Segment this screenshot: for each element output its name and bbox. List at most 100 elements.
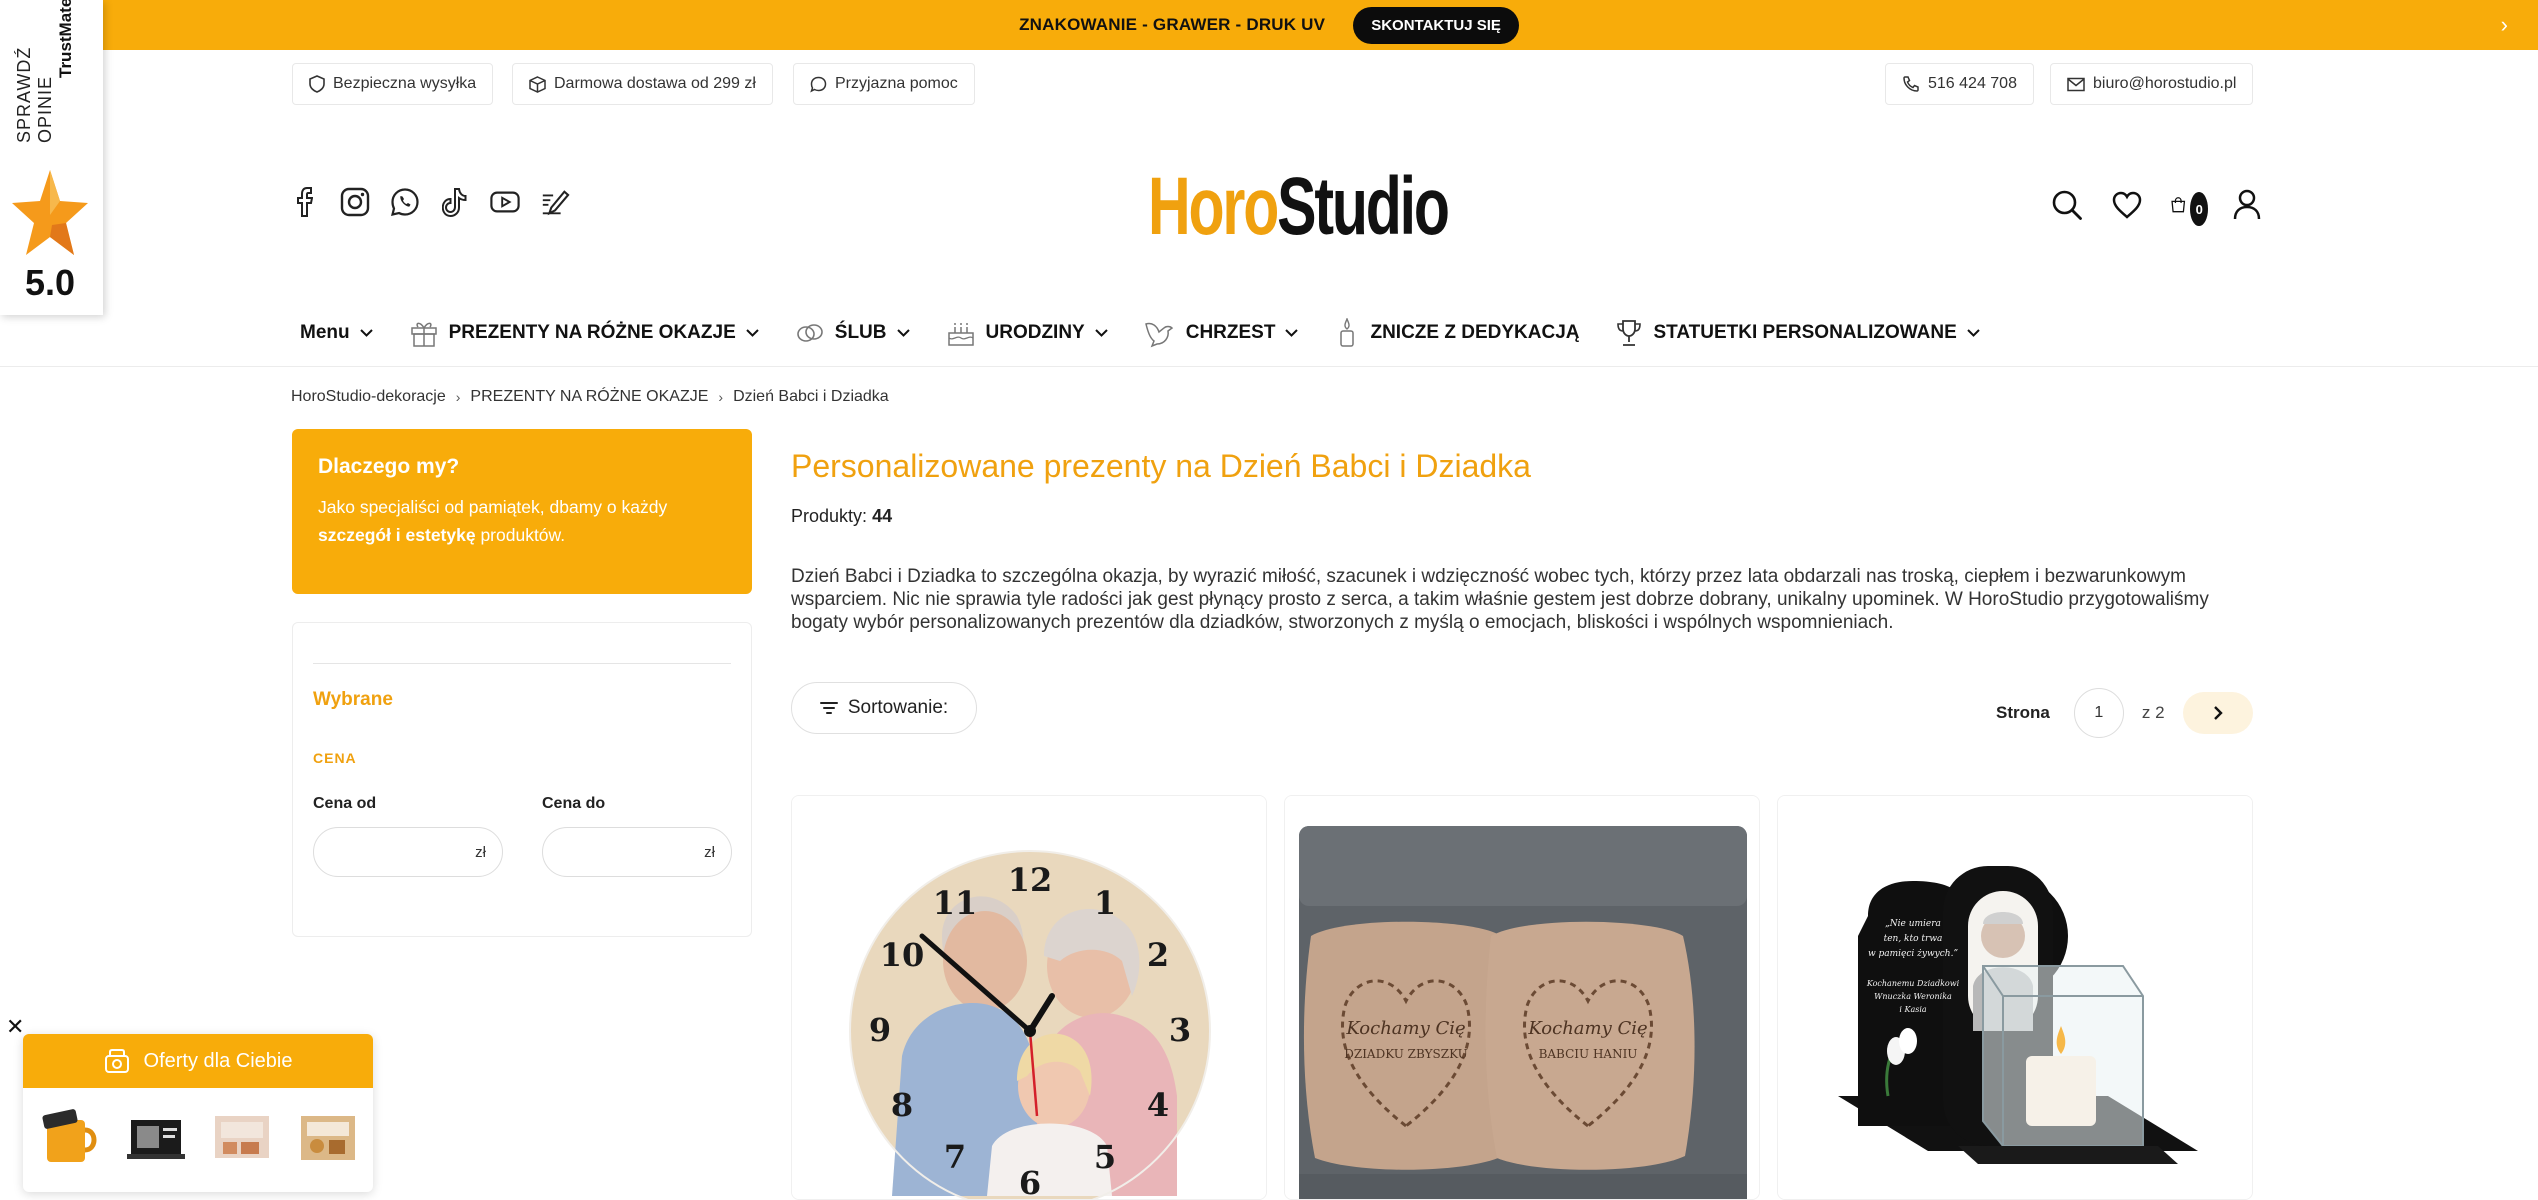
product-card-memorial[interactable]: „Nie umiera ten, kto trwa w pamięci żywy…	[1777, 795, 2253, 1200]
page-number-input[interactable]: 1	[2073, 688, 2124, 738]
chevron-right-icon	[2213, 706, 2223, 720]
clock-number-11: 11	[933, 884, 978, 922]
filter-selected-title: Wybrane	[313, 689, 393, 710]
contact-button[interactable]: SKONTAKTUJ SIĘ	[1353, 6, 1519, 44]
tiktok-icon[interactable]	[440, 186, 470, 218]
close-offers-icon[interactable]: ✕	[6, 1014, 24, 1040]
breadcrumb-home[interactable]: HoroStudio-dekoracje	[291, 388, 446, 406]
next-page-button[interactable]	[2182, 692, 2253, 734]
trust-score: 5.0	[24, 262, 76, 303]
filter-lines-icon	[819, 702, 838, 714]
wishlist-heart-icon[interactable]	[2110, 188, 2144, 222]
trustmate-widget[interactable]: SPRAWDŹ OPINIE TrustMate 5.0	[0, 0, 103, 315]
chevron-down-icon	[746, 329, 759, 337]
pagination: Strona 1 z 2	[1996, 688, 2253, 738]
banner-next-icon[interactable]: ›	[2501, 12, 2508, 38]
filter-price-heading: CENA	[313, 750, 357, 766]
clock-number-12: 12	[1008, 861, 1053, 899]
clock-number-2: 2	[1147, 936, 1169, 974]
price-to-label: Cena do	[542, 795, 606, 812]
social-links	[290, 186, 570, 218]
why-us-box: Dlaczego my? Jako specjaliści od pamiąte…	[292, 429, 752, 594]
offer-thumb-frame[interactable]	[121, 1102, 191, 1172]
phone-number[interactable]: 516 424 708	[1928, 75, 2017, 93]
nav-birthday[interactable]: URODZINY	[946, 318, 1108, 348]
filter-panel: Wybrane CENA Cena od Cena do zł zł	[292, 622, 752, 937]
sort-button[interactable]: Sortowanie:	[791, 682, 977, 734]
nav-candles[interactable]: ZNICZE Z DEDYKACJĄ	[1334, 318, 1579, 348]
chevron-down-icon	[359, 329, 373, 337]
info-shipping-label: Bezpieczna wysyłka	[333, 75, 477, 92]
sort-label: Sortowanie:	[847, 697, 949, 718]
chevron-down-icon	[1285, 329, 1299, 337]
cart-icon[interactable]: 0	[2170, 188, 2208, 226]
blog-pen-icon[interactable]	[540, 186, 570, 218]
cart-count-badge: 0	[2190, 192, 2208, 226]
info-secure-shipping: Bezpieczna wysyłka	[292, 63, 494, 105]
offer-thumb-box[interactable]	[207, 1102, 277, 1172]
info-friendly-help: Przyjazna pomoc	[793, 63, 975, 105]
breadcrumb-category[interactable]: PREZENTY NA RÓŻNE OKAZJE	[470, 388, 708, 406]
breadcrumb-current: Dzień Babci i Dziadka	[733, 388, 889, 405]
clock-number-4: 4	[1147, 1086, 1169, 1124]
search-icon[interactable]	[2050, 188, 2084, 222]
memorial-line-4: Kochanemu Dziadkowi	[1866, 979, 1960, 988]
gift-box-icon	[104, 1049, 129, 1073]
nav-gifts[interactable]: PREZENTY NA RÓŻNE OKAZJE	[409, 318, 759, 348]
nav-gifts-label: PREZENTY NA RÓŻNE OKAZJE	[448, 322, 736, 343]
price-from-input[interactable]: zł	[313, 827, 503, 877]
header-actions: 0	[2050, 188, 2264, 226]
email-contact[interactable]: biuro@horostudio.pl	[2050, 63, 2254, 105]
nav-divider	[0, 366, 2538, 367]
product-count: Produkty: 44	[791, 506, 893, 526]
currency-label: zł	[704, 843, 715, 861]
mail-icon	[2067, 77, 2085, 91]
pillow-b-line1: Kochamy Cię	[1527, 1018, 1647, 1039]
pillow-b-name: BABCIU HANIU	[1539, 1047, 1638, 1061]
site-logo[interactable]: HoroStudio	[1148, 160, 1450, 254]
logo-horo: Horo	[1148, 161, 1279, 252]
box-icon	[529, 75, 546, 93]
whatsapp-icon[interactable]	[390, 186, 420, 218]
currency-label: zł	[475, 843, 486, 861]
email-address[interactable]: biuro@horostudio.pl	[2093, 75, 2236, 93]
clock-number-8: 8	[891, 1086, 913, 1124]
offers-popup[interactable]: Oferty dla Ciebie	[23, 1034, 373, 1192]
memorial-line-3: w pamięci żywych.”	[1868, 949, 1959, 959]
nav-menu[interactable]: Menu	[300, 322, 373, 344]
offers-title: Oferty dla Ciebie	[143, 1049, 293, 1072]
phone-contact[interactable]: 516 424 708	[1885, 63, 2034, 105]
rings-icon	[796, 324, 823, 342]
product-card-clock[interactable]: 12 1 2 3 4 5 6 7 8 9 10 11	[791, 795, 1267, 1200]
promo-text: ZNAKOWANIE - GRAWER - DRUK UV	[1019, 15, 1326, 34]
chevron-down-icon	[1967, 329, 1980, 337]
info-delivery-label: Darmowa dostawa od 299 zł	[554, 75, 756, 92]
offer-thumb-mug[interactable]	[35, 1102, 105, 1172]
memorial-line-5: Wnuczka Weronika	[1874, 992, 1952, 1001]
nav-wedding[interactable]: ŚLUB	[795, 321, 910, 345]
product-card-pillows[interactable]: Kochamy Cię DZIADKU ZBYSZKU Kochamy Cię …	[1284, 795, 1760, 1200]
nav-baptism[interactable]: CHRZEST	[1144, 318, 1299, 348]
main-navigation: Menu PREZENTY NA RÓŻNE OKAZJE ŚLUB URODZ…	[300, 318, 1980, 348]
why-us-text: Jako specjaliści od pamiątek, dbamy o ka…	[318, 497, 668, 545]
memorial-line-6: i Kasia	[1899, 1005, 1927, 1014]
shield-icon	[309, 75, 325, 93]
info-help-label: Przyjazna pomoc	[835, 75, 958, 92]
instagram-icon[interactable]	[340, 186, 370, 218]
facebook-icon[interactable]	[290, 186, 320, 218]
nav-candles-label: ZNICZE Z DEDYKACJĄ	[1370, 322, 1580, 343]
youtube-icon[interactable]	[490, 186, 520, 218]
account-user-icon[interactable]	[2230, 188, 2264, 222]
nav-statuettes-label: STATUETKI PERSONALIZOWANE	[1653, 322, 1957, 343]
trophy-icon	[1617, 320, 1642, 346]
nav-baptism-label: CHRZEST	[1185, 322, 1276, 343]
price-from-label: Cena od	[313, 795, 377, 812]
page-title: Personalizowane prezenty na Dzień Babci …	[791, 448, 1531, 484]
clock-number-6: 6	[1019, 1164, 1041, 1200]
offer-thumb-gift[interactable]	[293, 1102, 363, 1172]
offers-header[interactable]: Oferty dla Ciebie	[23, 1034, 373, 1088]
nav-statuettes[interactable]: STATUETKI PERSONALIZOWANE	[1615, 319, 1980, 347]
price-to-input[interactable]: zł	[542, 827, 732, 877]
nav-wedding-label: ŚLUB	[834, 322, 887, 343]
nav-birthday-label: URODZINY	[985, 322, 1085, 343]
